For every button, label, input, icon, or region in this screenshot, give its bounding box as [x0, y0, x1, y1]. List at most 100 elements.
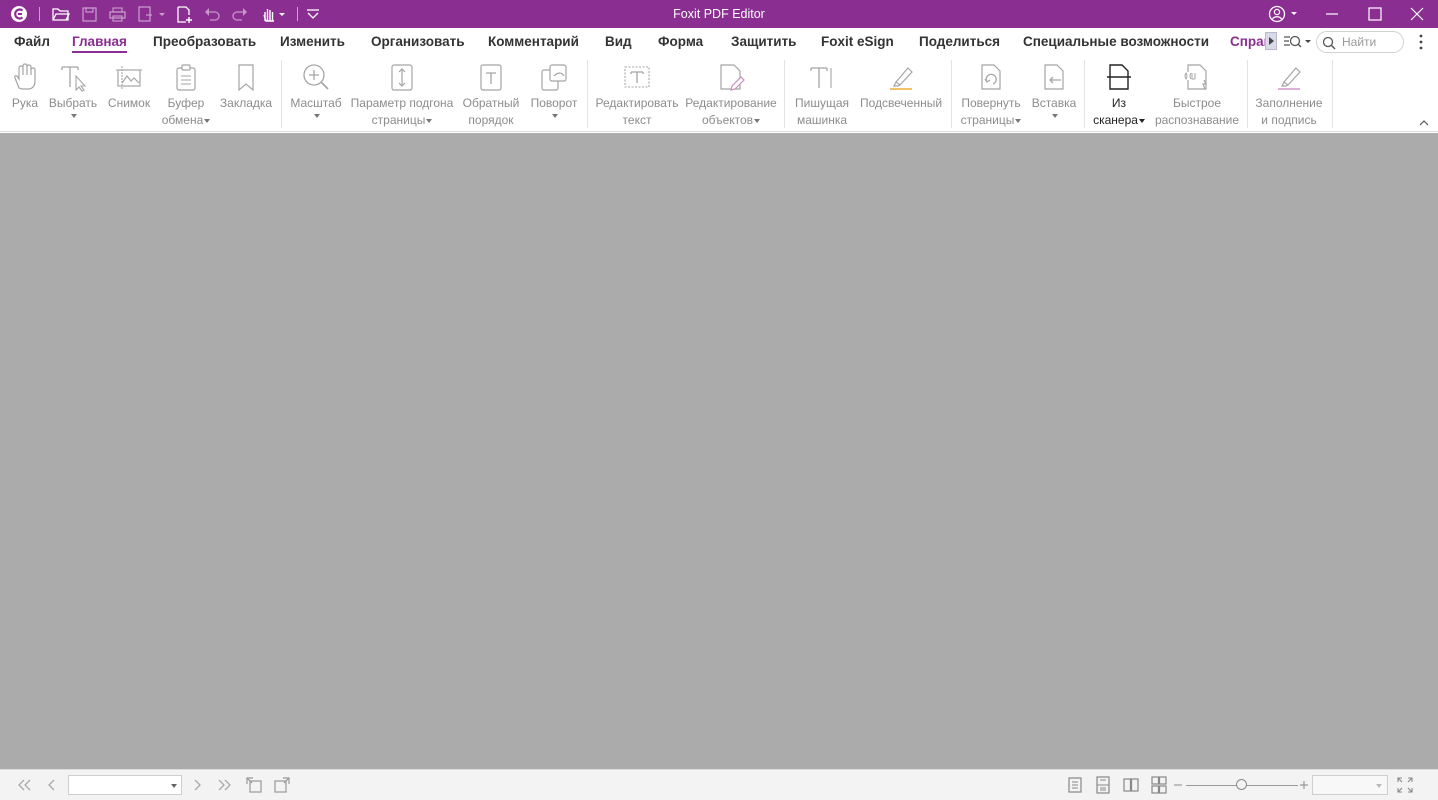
- continuous-view-icon[interactable]: [1094, 776, 1112, 794]
- facing-view-icon[interactable]: [1122, 776, 1140, 794]
- tab-home[interactable]: Главная: [72, 34, 127, 53]
- typewriter-button[interactable]: Пишущая машинка: [790, 56, 854, 130]
- snapshot-label: Снимок: [107, 96, 151, 110]
- zoom-out-icon[interactable]: [1172, 776, 1184, 794]
- zoom-slider-thumb[interactable]: [1236, 779, 1247, 790]
- from-scanner-dropdown-caret[interactable]: [1138, 118, 1145, 123]
- typewriter-label-line2: машинка: [796, 113, 848, 127]
- clipboard-label-line1: Буфер: [167, 96, 205, 110]
- save-icon[interactable]: [80, 0, 98, 28]
- zoom-level-field[interactable]: [1312, 775, 1388, 795]
- from-scanner-label-line2: сканера: [1093, 113, 1138, 127]
- reverse-order-button[interactable]: Обратный порядок: [460, 56, 522, 130]
- rotate-button[interactable]: Поворот: [526, 56, 582, 130]
- ribbon-group-separator: [587, 60, 588, 128]
- bookmark-button[interactable]: Закладка: [218, 56, 274, 130]
- highlighter-icon: [890, 67, 913, 90]
- previous-view-icon[interactable]: [245, 776, 263, 794]
- redo-icon[interactable]: [231, 0, 249, 28]
- clipboard-dropdown-caret[interactable]: [204, 118, 211, 123]
- last-page-icon[interactable]: [216, 776, 234, 794]
- fullscreen-icon[interactable]: [1396, 776, 1414, 794]
- customize-icon[interactable]: [304, 0, 322, 28]
- hand-button[interactable]: Рука: [6, 56, 44, 130]
- page-number-field[interactable]: [68, 775, 182, 795]
- highlight-button[interactable]: Подсвеченный: [856, 56, 946, 130]
- rotate-pages-label-line2: страницы: [960, 113, 1015, 127]
- edit-objects-label-line1: Редактирование: [685, 96, 777, 110]
- edit-text-button[interactable]: Редактировать текст: [592, 56, 682, 130]
- snapshot-icon: [116, 66, 142, 90]
- insert-button[interactable]: Вставка: [1028, 56, 1080, 130]
- rotate-dropdown-caret[interactable]: [552, 114, 558, 118]
- tab-form[interactable]: Форма: [658, 34, 703, 49]
- previous-page-icon[interactable]: [43, 776, 61, 794]
- from-scanner-button[interactable]: Из сканера: [1090, 56, 1148, 130]
- print-icon[interactable]: [107, 0, 127, 28]
- rotate-pages-label-line1: Повернуть: [961, 96, 1021, 110]
- zoom-button[interactable]: Масштаб: [286, 56, 346, 130]
- tab-edit[interactable]: Изменить: [280, 34, 345, 49]
- title-bar: Foxit PDF Editor: [0, 0, 1438, 28]
- ribbon-group-separator: [1084, 60, 1085, 128]
- edit-objects-dropdown-caret[interactable]: [754, 118, 761, 123]
- maximize-icon[interactable]: [1365, 0, 1385, 28]
- collapse-ribbon-icon[interactable]: [1418, 118, 1430, 128]
- zoom-label: Масштаб: [290, 96, 342, 110]
- snapshot-button[interactable]: Снимок: [104, 56, 154, 130]
- next-page-icon[interactable]: [188, 776, 206, 794]
- fit-page-button[interactable]: Параметр подгона страницы: [348, 56, 456, 130]
- rotate-pages-dropdown-caret[interactable]: [1015, 118, 1022, 123]
- tab-protect[interactable]: Защитить: [731, 34, 796, 49]
- create-icon[interactable]: [135, 0, 167, 28]
- search-input[interactable]: [1342, 34, 1400, 50]
- tab-view[interactable]: Вид: [605, 34, 632, 49]
- zoom-dropdown-caret[interactable]: [314, 114, 320, 118]
- fit-page-dropdown-caret[interactable]: [426, 118, 433, 123]
- tab-esign[interactable]: Foxit eSign: [821, 34, 894, 49]
- quick-ocr-button[interactable]: Быстрое распознавание: [1152, 56, 1242, 130]
- typewriter-icon: [810, 67, 832, 88]
- fit-page-label-line2: страницы: [371, 113, 426, 127]
- tabs-scroll-right-button[interactable]: [1265, 32, 1277, 50]
- fill-sign-button[interactable]: Заполнение и подпись: [1252, 56, 1326, 130]
- foxit-logo-icon[interactable]: [8, 0, 30, 28]
- more-options-icon[interactable]: [1414, 33, 1428, 51]
- zoom-in-icon[interactable]: [1298, 776, 1310, 794]
- fill-sign-label-line2: и подпись: [1261, 113, 1317, 127]
- tab-share[interactable]: Поделиться: [919, 34, 1000, 49]
- continuous-facing-view-icon[interactable]: [1150, 776, 1168, 794]
- open-folder-icon[interactable]: [51, 0, 71, 28]
- insert-dropdown-caret[interactable]: [1052, 114, 1058, 118]
- tab-organize[interactable]: Организовать: [371, 34, 465, 49]
- hand-tool-icon[interactable]: [260, 0, 288, 28]
- select-button[interactable]: Выбрать: [46, 56, 100, 130]
- tab-convert[interactable]: Преобразовать: [153, 34, 256, 49]
- minimize-icon[interactable]: [1322, 0, 1342, 28]
- zoom-icon: [303, 64, 329, 90]
- select-dropdown-caret[interactable]: [71, 114, 77, 118]
- tab-comment[interactable]: Комментарий: [488, 34, 579, 49]
- ribbon-group-separator: [1247, 60, 1248, 128]
- search-field[interactable]: [1316, 31, 1404, 53]
- fill-sign-label-line1: Заполнение: [1255, 96, 1323, 110]
- tool-search-icon[interactable]: [1283, 33, 1313, 51]
- undo-icon[interactable]: [203, 0, 221, 28]
- next-view-icon[interactable]: [273, 776, 291, 794]
- first-page-icon[interactable]: [15, 776, 33, 794]
- close-icon[interactable]: [1407, 0, 1427, 28]
- clipboard-button[interactable]: Буфер обмена: [156, 56, 216, 130]
- single-page-view-icon[interactable]: [1066, 776, 1084, 794]
- reverse-order-label-line2: порядок: [468, 113, 514, 127]
- new-file-icon[interactable]: [174, 0, 194, 28]
- hand-label: Рука: [11, 96, 39, 110]
- edit-objects-button[interactable]: Редактирование объектов: [684, 56, 778, 130]
- tab-file[interactable]: Файл: [14, 34, 50, 49]
- ribbon-group-separator: [784, 60, 785, 128]
- tab-help[interactable]: Справка: [1230, 34, 1266, 49]
- document-canvas[interactable]: [0, 133, 1438, 769]
- rotate-pages-button[interactable]: Повернуть страницы: [956, 56, 1026, 130]
- select-text-icon: [61, 66, 87, 92]
- account-icon[interactable]: [1267, 0, 1301, 28]
- tab-accessibility[interactable]: Специальные возможности: [1023, 34, 1209, 49]
